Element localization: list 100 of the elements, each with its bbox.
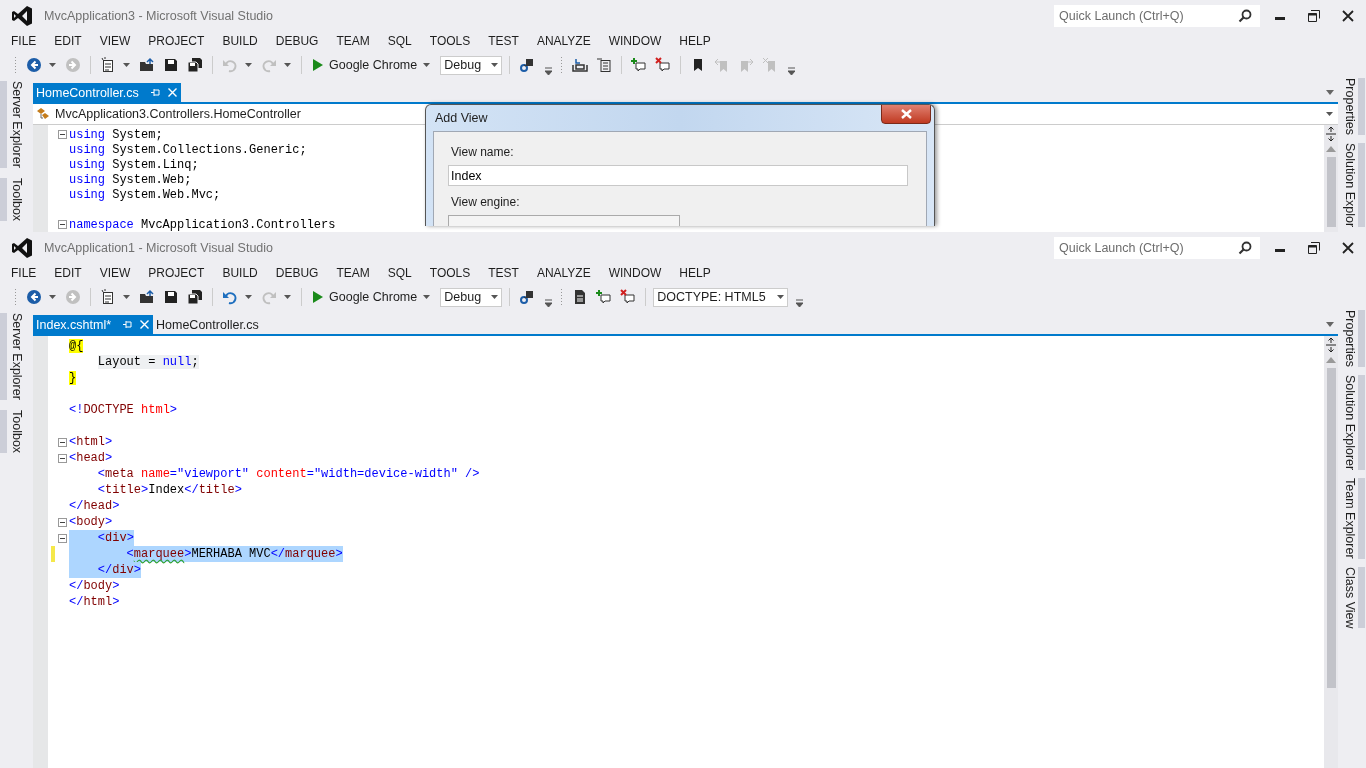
configuration-dropdown[interactable]: Debug: [440, 287, 503, 307]
split-icon[interactable]: [1325, 127, 1337, 141]
toolbar-overflow-icon[interactable]: [796, 299, 804, 307]
document-tab[interactable]: HomeController.cs: [33, 83, 181, 102]
side-panel-tab[interactable]: Toolbox: [0, 177, 24, 221]
back-icon[interactable]: [26, 289, 42, 305]
caret-icon[interactable]: [49, 63, 56, 67]
restore-icon[interactable]: [1308, 10, 1320, 22]
menu-item[interactable]: TEST: [479, 266, 528, 280]
caret-icon[interactable]: [1326, 322, 1334, 327]
close-icon[interactable]: [1342, 242, 1354, 254]
menu-item[interactable]: HELP: [670, 34, 720, 48]
back-icon[interactable]: [26, 57, 42, 73]
menu-item[interactable]: TOOLS: [420, 34, 480, 48]
side-panel-tab[interactable]: Team Explorer: [1338, 478, 1365, 559]
menu-item[interactable]: FILE: [2, 266, 46, 280]
caret-icon[interactable]: [491, 63, 499, 67]
caret-icon[interactable]: [245, 63, 252, 67]
start-button[interactable]: Google Chrome: [309, 58, 437, 72]
doctype-dropdown[interactable]: DOCTYPE: HTML5: [653, 287, 789, 307]
menu-item[interactable]: EDIT: [45, 34, 91, 48]
pin-icon[interactable]: [150, 88, 160, 97]
collapse-icon[interactable]: [58, 220, 67, 229]
collapse-icon[interactable]: [58, 437, 67, 447]
quick-launch-field[interactable]: Quick Launch (Ctrl+Q): [1054, 237, 1260, 259]
menu-item[interactable]: WINDOW: [599, 266, 671, 280]
menu-item[interactable]: WINDOW: [599, 34, 671, 48]
caret-icon[interactable]: [423, 63, 431, 67]
caret-icon[interactable]: [123, 63, 130, 67]
caret-icon[interactable]: [245, 295, 252, 299]
view-name-field[interactable]: Index: [448, 165, 908, 186]
toolbar-grip[interactable]: [14, 288, 18, 306]
caret-icon[interactable]: [1326, 112, 1333, 116]
caret-icon[interactable]: [284, 295, 291, 299]
menu-item[interactable]: EDIT: [45, 266, 91, 280]
scrollbar-thumb[interactable]: [1326, 157, 1336, 227]
side-panel-tab[interactable]: Toolbox: [0, 409, 24, 453]
close-icon[interactable]: [1342, 10, 1354, 22]
comment-add-icon[interactable]: [596, 289, 613, 305]
menu-item[interactable]: ANALYZE: [527, 34, 600, 48]
folder-icon[interactable]: [139, 57, 155, 73]
comment-remove-icon[interactable]: [655, 57, 672, 73]
tray-icon[interactable]: [572, 57, 589, 73]
menu-item[interactable]: VIEW: [90, 34, 140, 48]
caret-icon[interactable]: [777, 295, 785, 299]
side-panel-tab[interactable]: Class View: [1338, 566, 1365, 629]
toolbar-overflow-icon[interactable]: [788, 67, 796, 75]
menu-item[interactable]: PROJECT: [139, 266, 214, 280]
menu-item[interactable]: HELP: [670, 266, 720, 280]
menu-item[interactable]: PROJECT: [139, 34, 214, 48]
toolbar-overflow-icon[interactable]: [545, 299, 553, 307]
collapse-icon[interactable]: [58, 533, 67, 543]
menu-item[interactable]: BUILD: [213, 34, 267, 48]
comment-remove-icon[interactable]: [620, 289, 637, 305]
start-button[interactable]: Google Chrome: [309, 290, 437, 304]
document-tab[interactable]: HomeController.cs: [153, 315, 263, 334]
side-panel-tab[interactable]: Properties: [1338, 310, 1365, 367]
side-panel-tab[interactable]: Solution Explorer: [1338, 375, 1365, 471]
toolbar-overflow-icon[interactable]: [545, 67, 553, 75]
toolbar-grip[interactable]: [14, 56, 18, 74]
side-panel-tab[interactable]: Server Explorer: [0, 81, 24, 168]
menu-item[interactable]: TEAM: [327, 266, 379, 280]
save-icon[interactable]: [163, 289, 179, 305]
pin-icon[interactable]: [123, 320, 133, 329]
folder-icon[interactable]: [139, 289, 155, 305]
menu-item[interactable]: SQL: [378, 34, 421, 48]
new-project-icon[interactable]: [100, 289, 116, 305]
caret-icon[interactable]: [284, 63, 291, 67]
scrollbar-thumb[interactable]: [1326, 368, 1336, 688]
side-panel-tab[interactable]: Server Explorer: [0, 313, 24, 400]
split-icon[interactable]: [1325, 338, 1337, 352]
menu-item[interactable]: ANALYZE: [527, 266, 600, 280]
caret-icon[interactable]: [423, 295, 431, 299]
undo-icon[interactable]: [222, 289, 238, 305]
caret-icon[interactable]: [123, 295, 130, 299]
menu-item[interactable]: TOOLS: [420, 266, 480, 280]
menu-item[interactable]: SQL: [378, 266, 421, 280]
side-panel-tab[interactable]: Properties: [1338, 78, 1365, 135]
restore-icon[interactable]: [1308, 242, 1320, 254]
caret-icon[interactable]: [491, 295, 499, 299]
menu-item[interactable]: BUILD: [213, 266, 267, 280]
list-icon[interactable]: [596, 57, 613, 73]
menu-item[interactable]: TEAM: [327, 34, 379, 48]
menu-item[interactable]: FILE: [2, 34, 46, 48]
save-icon[interactable]: [163, 57, 179, 73]
menu-item[interactable]: TEST: [479, 34, 528, 48]
collapse-icon[interactable]: [58, 453, 67, 463]
caret-icon[interactable]: [49, 295, 56, 299]
close-button[interactable]: [881, 105, 931, 124]
document-tab[interactable]: Index.cshtml*: [33, 315, 154, 334]
menu-item[interactable]: DEBUG: [266, 34, 328, 48]
menu-item[interactable]: VIEW: [90, 266, 140, 280]
caret-icon[interactable]: [1326, 90, 1334, 95]
new-project-icon[interactable]: [100, 57, 116, 73]
configuration-dropdown[interactable]: Debug: [440, 55, 503, 75]
save-all-icon[interactable]: [187, 289, 203, 305]
collapse-icon[interactable]: [58, 130, 67, 139]
save-all-icon[interactable]: [187, 57, 203, 73]
collapse-icon[interactable]: [58, 517, 67, 527]
quick-launch-field[interactable]: Quick Launch (Ctrl+Q): [1054, 5, 1260, 27]
